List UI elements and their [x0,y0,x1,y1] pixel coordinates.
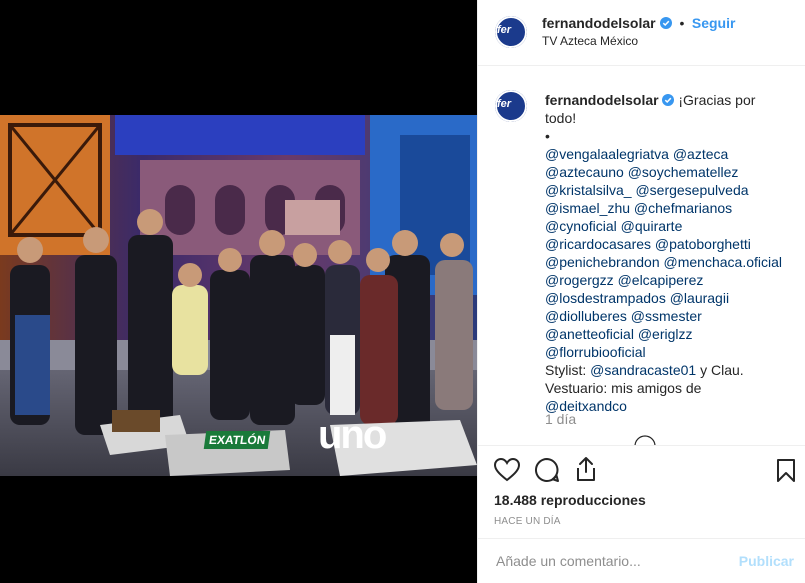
caption: fernandodelsolar ¡Gracias por todo! • @v… [545,91,790,415]
mention-line[interactable]: @penichebrandon @menchaca.oficial [545,253,790,271]
actions-bar [478,445,805,497]
verified-badge-icon [660,17,673,29]
caption-avatar[interactable]: fer [495,90,527,122]
mention-line[interactable]: @rogergzz @elcapiperez [545,271,790,289]
caption-time[interactable]: 1 día [545,411,576,427]
stylist-mention[interactable]: @sandracaste01 [590,362,696,378]
stylist-line: Stylist: @sandracaste01 y Clau. [545,361,790,379]
mention-line[interactable]: @ismael_zhu @chefmarianos [545,199,790,217]
comment-input[interactable] [494,552,728,570]
header-user-line: fernandodelsolar • Seguir [542,15,735,33]
heart-icon[interactable] [494,458,520,482]
caption-username[interactable]: fernandodelsolar [545,92,659,108]
post-header: fer fernandodelsolar • Seguir TV Azteca … [478,0,805,66]
post-panel: fer fernandodelsolar • Seguir TV Azteca … [477,0,805,583]
header-separator: • [679,15,685,31]
uno-sign: uno [318,413,387,457]
publish-button[interactable]: Publicar [739,553,794,569]
mention-line[interactable]: @aztecauno @soychematellez [545,163,790,181]
view-count[interactable]: 18.488 reproducciones [494,492,646,508]
exatlon-sign: EXATLÓN [203,431,271,449]
mention-line[interactable]: @diolluberes @ssmester [545,307,790,325]
load-more-icon[interactable] [634,435,656,445]
add-comment-bar: Publicar [478,538,805,583]
mention-line[interactable]: @kristalsilva_ @sergesepulveda [545,181,790,199]
post-media[interactable]: EXATLÓN uno [0,0,477,583]
mention-line[interactable]: @florrubiooficial [545,343,790,361]
comments-area[interactable]: fer fernandodelsolar ¡Gracias por todo! … [478,67,805,445]
stylist-label: Stylist: [545,362,587,378]
mention-line[interactable]: @cynoficial @quirarte [545,217,790,235]
mention-line[interactable]: @anetteoficial @eriglzz [545,325,790,343]
comment-icon[interactable] [534,457,560,483]
verified-badge-icon [662,94,675,106]
post-timestamp[interactable]: HACE UN DÍA [494,516,561,527]
vestuario-text: Vestuario: mis amigos de [545,380,702,396]
avatar[interactable]: fer [495,16,527,48]
vestuario-mention[interactable]: @deitxandco [545,397,790,415]
follow-button[interactable]: Seguir [692,15,736,31]
share-icon[interactable] [574,456,598,482]
bookmark-icon[interactable] [776,458,796,483]
studio-scene [0,115,477,476]
mention-line[interactable]: @ricardocasares @patoborghetti [545,235,790,253]
location-link[interactable]: TV Azteca México [542,34,638,48]
post-video[interactable]: EXATLÓN uno [0,115,477,476]
mention-line[interactable]: @vengalaalegriatva @azteca [545,145,790,163]
mention-line[interactable]: @losdestrampados @lauragii [545,289,790,307]
stylist-suffix: y Clau. [700,362,744,378]
header-username[interactable]: fernandodelsolar [542,15,656,31]
caption-bullet: • [545,128,550,144]
